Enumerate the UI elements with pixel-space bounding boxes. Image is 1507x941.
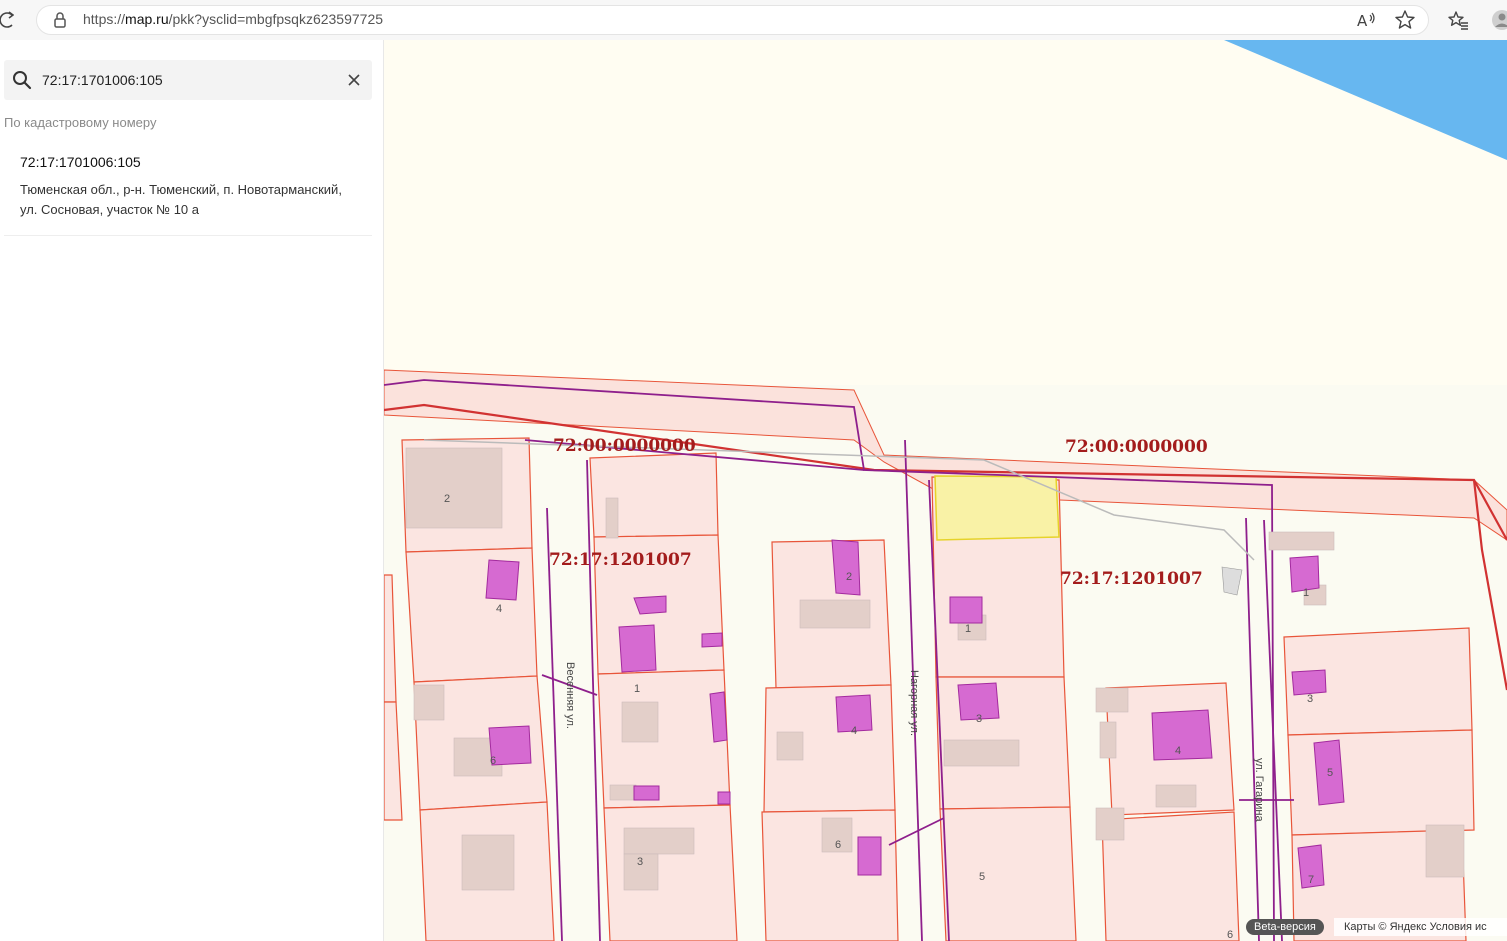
building xyxy=(1291,669,1327,696)
url-prefix: https:// xyxy=(83,11,126,27)
house-number: 3 xyxy=(1307,693,1313,705)
house-number: 5 xyxy=(979,871,985,883)
url-path: /pkk?ysclid=mbgfpsqkz623597725 xyxy=(168,11,384,27)
map-canvas[interactable]: 2 4 6 1 3 2 4 6 1 3 5 4 1 3 5 7 6 Весенн… xyxy=(384,40,1507,941)
house-number: 4 xyxy=(851,725,857,737)
sidebar: По кадастровому номеру 72:17:1701006:105… xyxy=(0,40,384,941)
house-number: 7 xyxy=(1308,874,1314,886)
house-number: 2 xyxy=(846,571,852,583)
favorites-icon[interactable] xyxy=(1447,9,1469,31)
building xyxy=(949,596,983,624)
building-gray xyxy=(1425,824,1465,878)
result-address: Тюменская обл., р-н. Тюменский, п. Новот… xyxy=(20,182,342,217)
building xyxy=(633,785,660,801)
house-number: 4 xyxy=(496,603,502,615)
building-gray xyxy=(405,447,503,529)
building xyxy=(857,836,882,876)
list-item[interactable]: 72:17:1701006:105 Тюменская обл., р-н. Т… xyxy=(4,140,372,236)
result-title[interactable]: 72:17:1701006:105 xyxy=(20,154,141,170)
lock-icon[interactable] xyxy=(52,11,68,29)
building-gray xyxy=(1095,807,1125,841)
house-number: 6 xyxy=(835,839,841,851)
house-number: 3 xyxy=(637,856,643,868)
selected-parcel[interactable] xyxy=(934,475,1060,541)
building-gray xyxy=(609,784,637,801)
building-gray xyxy=(799,599,871,629)
house-number: 6 xyxy=(490,755,496,767)
building-gray xyxy=(621,701,659,743)
quarter-label: 72:00:0000000 xyxy=(1065,437,1208,457)
close-icon[interactable] xyxy=(346,72,362,88)
building-gray xyxy=(1155,784,1197,808)
house-number: 1 xyxy=(1303,587,1309,599)
quarter-label: 72:17:1201007 xyxy=(1060,569,1203,589)
reload-icon[interactable] xyxy=(0,9,14,31)
map-view[interactable]: 2 4 6 1 3 2 4 6 1 3 5 4 1 3 5 7 6 Весенн… xyxy=(384,40,1507,941)
search-input[interactable] xyxy=(42,60,332,100)
parcel[interactable] xyxy=(939,806,1077,941)
street-label: ул. Гагарина xyxy=(1253,758,1265,822)
section-label: По кадастровому номеру xyxy=(4,115,157,130)
building xyxy=(701,632,723,648)
building-gray xyxy=(943,739,1020,767)
building xyxy=(485,559,520,601)
quarter-label: 72:00:0000000 xyxy=(553,436,696,456)
water-area xyxy=(1224,40,1507,160)
street-label: Весенняя ул. xyxy=(564,662,576,729)
building-gray xyxy=(623,827,695,855)
house-number: 1 xyxy=(634,683,640,695)
house-number: 3 xyxy=(976,713,982,725)
house-number: 1 xyxy=(965,623,971,635)
house-number: 4 xyxy=(1175,745,1181,757)
profile-icon[interactable] xyxy=(1489,9,1507,31)
building xyxy=(633,595,667,615)
star-icon[interactable] xyxy=(1394,9,1416,31)
browser-toolbar: https://map.ru/pkk?ysclid=mbgfpsqkz62359… xyxy=(0,0,1507,40)
building-gray xyxy=(776,731,804,761)
svg-text:A: A xyxy=(1357,12,1368,30)
map-attribution[interactable]: Карты © Яндекс Условия ис xyxy=(1334,918,1507,936)
building-gray xyxy=(461,834,515,891)
building xyxy=(831,539,861,596)
street-label: Нагорная ул. xyxy=(908,670,920,736)
search-box xyxy=(4,60,372,100)
building xyxy=(1151,709,1213,761)
building-gray xyxy=(413,684,445,721)
building xyxy=(717,791,731,805)
house-number: 5 xyxy=(1327,767,1333,779)
url-host: map.ru xyxy=(125,11,169,27)
read-aloud-icon[interactable]: A xyxy=(1355,9,1377,31)
quarter-label: 72:17:1201007 xyxy=(549,550,692,570)
search-icon xyxy=(13,71,32,90)
beta-badge: Beta-версия xyxy=(1246,919,1324,935)
building-gray xyxy=(605,497,619,539)
building-gray xyxy=(1095,687,1129,713)
building-gray xyxy=(1099,721,1117,759)
house-number: 6 xyxy=(1227,929,1233,941)
building xyxy=(618,624,657,673)
url-text[interactable]: https://map.ru/pkk?ysclid=mbgfpsqkz62359… xyxy=(83,11,383,27)
building-gray xyxy=(1268,531,1335,551)
house-number: 2 xyxy=(444,493,450,505)
